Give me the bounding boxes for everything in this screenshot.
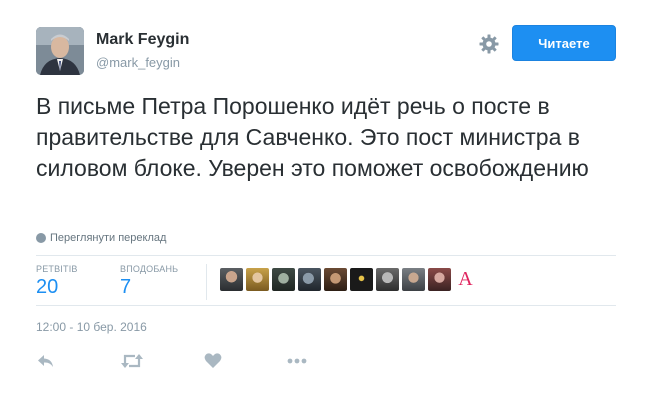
following-button[interactable]: Читаете bbox=[512, 25, 616, 61]
retweets-stat[interactable]: РЕТВІТІВ 20 bbox=[36, 264, 78, 299]
author-photo bbox=[36, 27, 84, 75]
stats-divider bbox=[206, 264, 207, 300]
more-icon[interactable] bbox=[286, 352, 310, 372]
liker-avatar[interactable] bbox=[298, 268, 321, 291]
author-name[interactable]: Mark Feygin bbox=[96, 31, 189, 49]
liker-avatar[interactable] bbox=[350, 268, 373, 291]
gear-icon[interactable] bbox=[478, 33, 500, 55]
retweets-label: РЕТВІТІВ bbox=[36, 264, 78, 274]
author-avatar[interactable] bbox=[36, 27, 84, 75]
likers-avatars: A bbox=[220, 268, 477, 291]
retweet-icon[interactable] bbox=[120, 352, 144, 372]
liker-avatar[interactable] bbox=[246, 268, 269, 291]
likes-stat[interactable]: ВПОДОБАНЬ 7 bbox=[120, 264, 178, 299]
like-icon[interactable] bbox=[204, 352, 228, 372]
tweet-text: В письме Петра Порошенко идёт речь о пос… bbox=[36, 93, 589, 181]
reply-icon[interactable] bbox=[36, 352, 60, 372]
liker-avatar[interactable] bbox=[428, 268, 451, 291]
liker-avatar[interactable] bbox=[324, 268, 347, 291]
globe-icon bbox=[36, 233, 46, 243]
divider-bottom bbox=[36, 305, 616, 306]
tweet-timestamp[interactable]: 12:00 - 10 бер. 2016 bbox=[36, 320, 147, 334]
liker-avatar[interactable] bbox=[376, 268, 399, 291]
liker-avatar[interactable] bbox=[220, 268, 243, 291]
translate-link[interactable]: Переглянути переклад bbox=[36, 232, 166, 244]
author-handle[interactable]: @mark_feygin bbox=[96, 55, 180, 70]
liker-avatar-letter[interactable]: A bbox=[454, 268, 477, 291]
divider-top bbox=[36, 255, 616, 256]
liker-avatar[interactable] bbox=[272, 268, 295, 291]
translate-label: Переглянути переклад bbox=[50, 232, 167, 244]
likes-label: ВПОДОБАНЬ bbox=[120, 264, 179, 274]
likes-count: 7 bbox=[120, 276, 132, 298]
retweets-count: 20 bbox=[36, 276, 59, 298]
liker-avatar[interactable] bbox=[402, 268, 425, 291]
